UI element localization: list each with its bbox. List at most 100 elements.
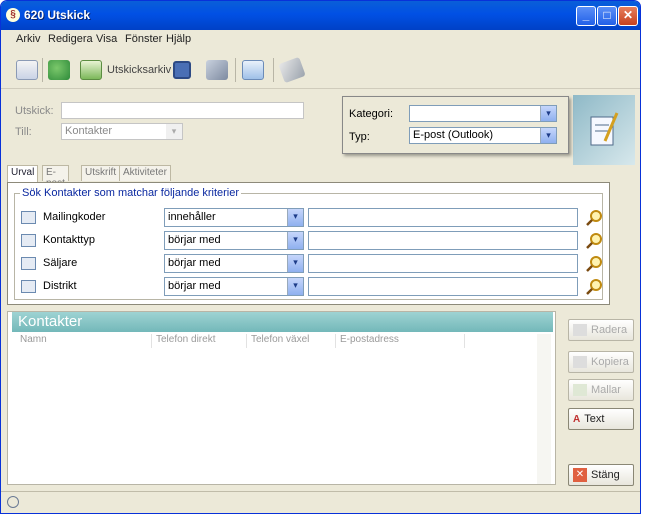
utskick-label: Utskick:: [15, 105, 54, 117]
application-window: § 620 Utskick _ □ ✕ Arkiv Redigera Visa …: [0, 0, 641, 514]
typ-select[interactable]: E-post (Outlook) ▾: [409, 127, 557, 144]
menu-redigera[interactable]: Redigera: [48, 33, 93, 45]
template-icon: [573, 384, 587, 396]
menu-visa[interactable]: Visa: [96, 33, 117, 45]
text-label: Text: [584, 413, 605, 425]
toolbar: Utskicksarkiv: [1, 51, 640, 89]
eraser-icon: [278, 56, 306, 84]
kategori-label: Kategori:: [349, 108, 394, 120]
operator-value: börjar med: [168, 234, 221, 246]
operator-value: börjar med: [168, 280, 221, 292]
operator-value: börjar med: [168, 257, 221, 269]
column-header-telefon-vaxel[interactable]: Telefon växel: [247, 334, 336, 348]
radera-label: Radera: [591, 324, 628, 336]
chevron-down-icon[interactable]: ▾: [287, 255, 303, 272]
column-header-e-postadress[interactable]: E-postadress: [336, 334, 465, 348]
text-button[interactable]: A Text: [568, 408, 634, 430]
operator-value: innehåller: [168, 211, 216, 223]
check-button[interactable]: [242, 59, 264, 81]
search-icon[interactable]: [586, 278, 603, 295]
typ-label: Typ:: [349, 131, 370, 143]
criteria-value-input[interactable]: [308, 277, 578, 296]
archive-icon: [80, 60, 102, 80]
window-title: 620 Utskick: [24, 8, 91, 22]
stang-button[interactable]: ✕ Stäng: [568, 464, 634, 486]
chevron-down-icon[interactable]: ▾: [540, 106, 556, 121]
operator-select[interactable]: innehåller ▾: [164, 208, 304, 227]
close-icon: ✕: [573, 468, 587, 482]
utskicksarkiv-label: Utskicksarkiv: [107, 64, 172, 76]
mallar-button[interactable]: Mallar: [568, 379, 634, 401]
status-bar: [1, 491, 640, 513]
tab-urval[interactable]: Urval: [7, 165, 39, 182]
menu-bar: Arkiv Redigera Visa Fönster Hjälp: [1, 30, 640, 50]
field-icon: [21, 257, 36, 270]
criteria-label: Distrikt: [43, 280, 77, 292]
radera-button[interactable]: Radera: [568, 319, 634, 341]
save-button[interactable]: [173, 59, 191, 81]
menu-fonster[interactable]: Fönster: [125, 33, 162, 45]
field-icon: [21, 234, 36, 247]
stang-label: Stäng: [591, 469, 620, 481]
contacts-button[interactable]: [48, 59, 70, 81]
list-scrollbar[interactable]: [537, 334, 551, 484]
tab-e-post[interactable]: E-post: [42, 165, 69, 189]
checklist-icon: [242, 60, 264, 80]
kategori-select[interactable]: ▾: [409, 105, 557, 122]
close-button[interactable]: ✕: [618, 6, 638, 26]
kopiera-button[interactable]: Kopiera: [568, 351, 634, 373]
till-select[interactable]: Kontakter ▾: [61, 123, 183, 140]
app-icon: §: [6, 8, 20, 22]
user-icon: [7, 496, 19, 508]
chevron-down-icon[interactable]: ▾: [540, 128, 556, 143]
delete-icon: [573, 324, 587, 336]
criteria-row: Mailingkoder innehåller ▾: [8, 208, 608, 228]
search-icon[interactable]: [586, 255, 603, 272]
menu-hjalp[interactable]: Hjälp: [166, 33, 191, 45]
field-icon: [21, 280, 36, 293]
maximize-button[interactable]: □: [597, 6, 617, 26]
mallar-label: Mallar: [591, 384, 621, 396]
criteria-label: Kontakttyp: [43, 234, 95, 246]
field-icon: [21, 211, 36, 224]
chevron-down-icon[interactable]: ▾: [287, 209, 303, 226]
search-icon[interactable]: [586, 209, 603, 226]
new-document-button[interactable]: [16, 59, 38, 81]
menu-arkiv[interactable]: Arkiv: [16, 33, 40, 45]
contacts-list-panel: Kontakter Namn Telefon direkt Telefon vä…: [7, 311, 556, 485]
minimize-button[interactable]: _: [576, 6, 596, 26]
criteria-legend: Sök Kontakter som matchar följande krite…: [20, 187, 242, 199]
letter-pen-icon: [590, 112, 619, 146]
search-icon[interactable]: [586, 232, 603, 249]
utskick-input[interactable]: [61, 102, 304, 119]
utskicksarkiv-button[interactable]: Utskicksarkiv: [80, 59, 171, 81]
operator-select[interactable]: börjar med ▾: [164, 231, 304, 250]
copy-icon: [573, 356, 587, 368]
chevron-down-icon[interactable]: ▾: [287, 278, 303, 295]
kopiera-label: Kopiera: [591, 356, 629, 368]
operator-select[interactable]: börjar med ▾: [164, 254, 304, 273]
criteria-label: Mailingkoder: [43, 211, 106, 223]
column-header-namn[interactable]: Namn: [16, 334, 152, 348]
new-document-icon: [16, 60, 38, 80]
toolbar-separator: [42, 58, 43, 82]
contacts-icon: [48, 60, 70, 80]
column-header-telefon-direkt[interactable]: Telefon direkt: [152, 334, 247, 348]
text-icon: A: [573, 413, 581, 425]
toolbar-separator: [235, 58, 236, 82]
criteria-value-input[interactable]: [308, 254, 578, 273]
criteria-label: Säljare: [43, 257, 78, 269]
chevron-down-icon[interactable]: ▾: [166, 124, 182, 139]
criteria-value-input[interactable]: [308, 231, 578, 250]
chevron-down-icon[interactable]: ▾: [287, 232, 303, 249]
tools-button[interactable]: [278, 56, 306, 84]
save-icon: [173, 61, 191, 79]
criteria-value-input[interactable]: [308, 208, 578, 227]
delete-button[interactable]: [206, 59, 228, 81]
title-bar: § 620 Utskick _ □ ✕: [1, 1, 640, 30]
till-label: Till:: [15, 126, 32, 138]
search-criteria-panel: Sök Kontakter som matchar följande krite…: [7, 182, 610, 305]
operator-select[interactable]: börjar med ▾: [164, 277, 304, 296]
tab-aktiviteter[interactable]: Aktiviteter: [119, 165, 171, 181]
tab-utskrift[interactable]: Utskrift: [81, 165, 121, 181]
